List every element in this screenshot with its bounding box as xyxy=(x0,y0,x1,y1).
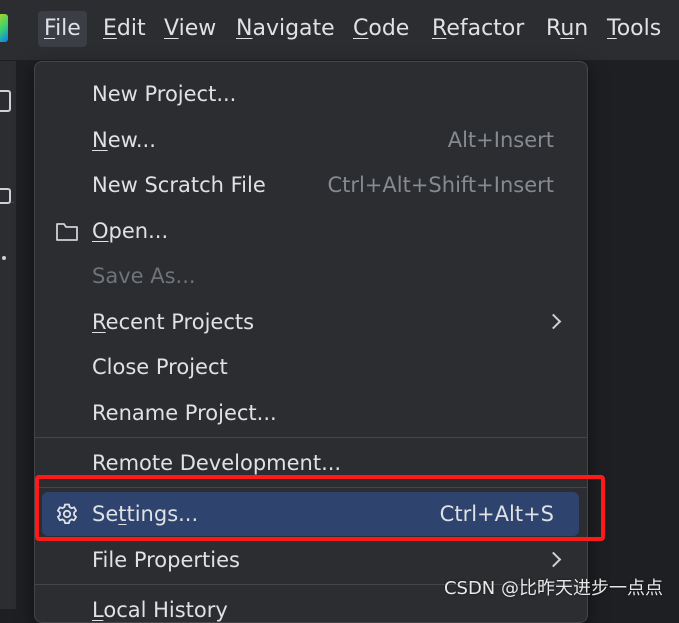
label-text: tings... xyxy=(126,502,198,526)
menu-file-label: ile xyxy=(55,16,81,41)
menu-run-mnemonic: u xyxy=(560,16,574,41)
tool-window-strip xyxy=(0,61,16,609)
chevron-right-icon xyxy=(546,314,562,330)
menu-view-mnemonic: V xyxy=(164,16,179,41)
menu-tools-mnemonic: T xyxy=(607,16,617,41)
folder-icon xyxy=(55,220,79,242)
menu-item-open[interactable]: Open... xyxy=(35,209,587,253)
menu-navigate-label: avigate xyxy=(252,16,334,41)
menu-edit-label: dit xyxy=(117,16,146,41)
file-menu-dropdown: New Project... New... Alt+Insert New Scr… xyxy=(34,61,588,623)
menu-item-close-project[interactable]: Close Project xyxy=(35,345,587,389)
menu-item-label: Open... xyxy=(92,209,168,253)
menu-edit-mnemonic: E xyxy=(103,16,117,41)
menu-tools[interactable]: Tools xyxy=(601,11,667,47)
menu-run-prefix: R xyxy=(546,16,560,41)
menu-item-label: Recent Projects xyxy=(92,300,254,344)
menu-item-label: New... xyxy=(92,118,156,162)
more-tools-icon[interactable] xyxy=(2,256,6,260)
menu-item-label: Remote Development... xyxy=(92,441,341,485)
menu-refactor[interactable]: Refactor xyxy=(426,11,530,47)
label-text: Remote Development... xyxy=(92,451,341,475)
menu-item-recent-projects[interactable]: Recent Projects xyxy=(35,300,587,344)
menu-code-label: ode xyxy=(368,16,409,41)
app-logo-icon[interactable] xyxy=(0,14,8,42)
menu-refactor-mnemonic: R xyxy=(432,16,446,41)
menu-separator xyxy=(35,437,587,438)
label-prefix: Se xyxy=(92,502,118,526)
gear-icon xyxy=(55,502,79,526)
watermark-text: CSDN @比昨天进步一点点 xyxy=(444,574,663,600)
shortcut-label: Ctrl+Alt+Shift+Insert xyxy=(327,163,554,207)
menu-item-new[interactable]: New... Alt+Insert xyxy=(35,118,587,162)
structure-tool-icon[interactable] xyxy=(0,188,11,204)
menu-code[interactable]: Code xyxy=(347,11,415,47)
menu-file-mnemonic: F xyxy=(44,16,55,41)
label-text: File Properties xyxy=(92,548,240,572)
label-text: Save As... xyxy=(92,264,196,288)
menu-item-label: New Project... xyxy=(92,72,236,116)
label-text: ocal History xyxy=(103,598,227,622)
menu-item-rename-project[interactable]: Rename Project... xyxy=(35,391,587,435)
menu-file[interactable]: File xyxy=(38,11,87,47)
menu-navigate-mnemonic: N xyxy=(236,16,252,41)
menu-run[interactable]: Run xyxy=(540,11,594,47)
menu-navigate[interactable]: Navigate xyxy=(230,11,341,47)
menu-item-label: Rename Project... xyxy=(92,391,277,435)
label-mnemonic: O xyxy=(92,219,109,243)
menu-item-new-project[interactable]: New Project... xyxy=(35,72,587,116)
chevron-right-icon xyxy=(546,552,562,568)
label-text: Rename Project... xyxy=(92,401,277,425)
menu-item-label: Settings... xyxy=(92,492,198,536)
menu-item-new-scratch-file[interactable]: New Scratch File Ctrl+Alt+Shift+Insert xyxy=(35,163,587,207)
menu-item-label: Local History xyxy=(92,588,228,623)
menu-item-label: Save As... xyxy=(92,254,196,298)
menu-view[interactable]: View xyxy=(158,11,222,47)
menu-item-label: New Scratch File xyxy=(92,163,266,207)
label-text: Close Project xyxy=(92,355,228,379)
menu-view-label: iew xyxy=(179,16,217,41)
label-mnemonic: L xyxy=(92,598,103,622)
shortcut-label: Alt+Insert xyxy=(448,118,554,162)
label-text: pen... xyxy=(109,219,169,243)
menu-tools-label: ools xyxy=(617,16,662,41)
menu-item-label: Close Project xyxy=(92,345,228,389)
main-menubar: File Edit View Navigate Code Refactor Ru… xyxy=(0,0,679,61)
menu-item-settings[interactable]: Settings... Ctrl+Alt+S xyxy=(35,492,587,536)
label-text: New Project... xyxy=(92,82,236,106)
menu-item-remote-development[interactable]: Remote Development... xyxy=(35,441,587,485)
label-mnemonic: R xyxy=(92,310,106,334)
label-text: New Scratch File xyxy=(92,173,266,197)
menu-item-label: File Properties xyxy=(92,538,240,582)
project-tool-icon[interactable] xyxy=(0,90,11,112)
shortcut-label: Ctrl+Alt+S xyxy=(440,492,554,536)
menu-item-save-as: Save As... xyxy=(35,254,587,298)
menu-edit[interactable]: Edit xyxy=(97,11,152,47)
label-mnemonic: N xyxy=(92,128,108,152)
label-text: ew... xyxy=(108,128,156,152)
label-text: ecent Projects xyxy=(106,310,254,334)
menu-separator xyxy=(35,487,587,488)
menu-code-mnemonic: C xyxy=(353,16,368,41)
menu-refactor-label: efactor xyxy=(446,16,524,41)
menu-run-label: n xyxy=(574,16,588,41)
